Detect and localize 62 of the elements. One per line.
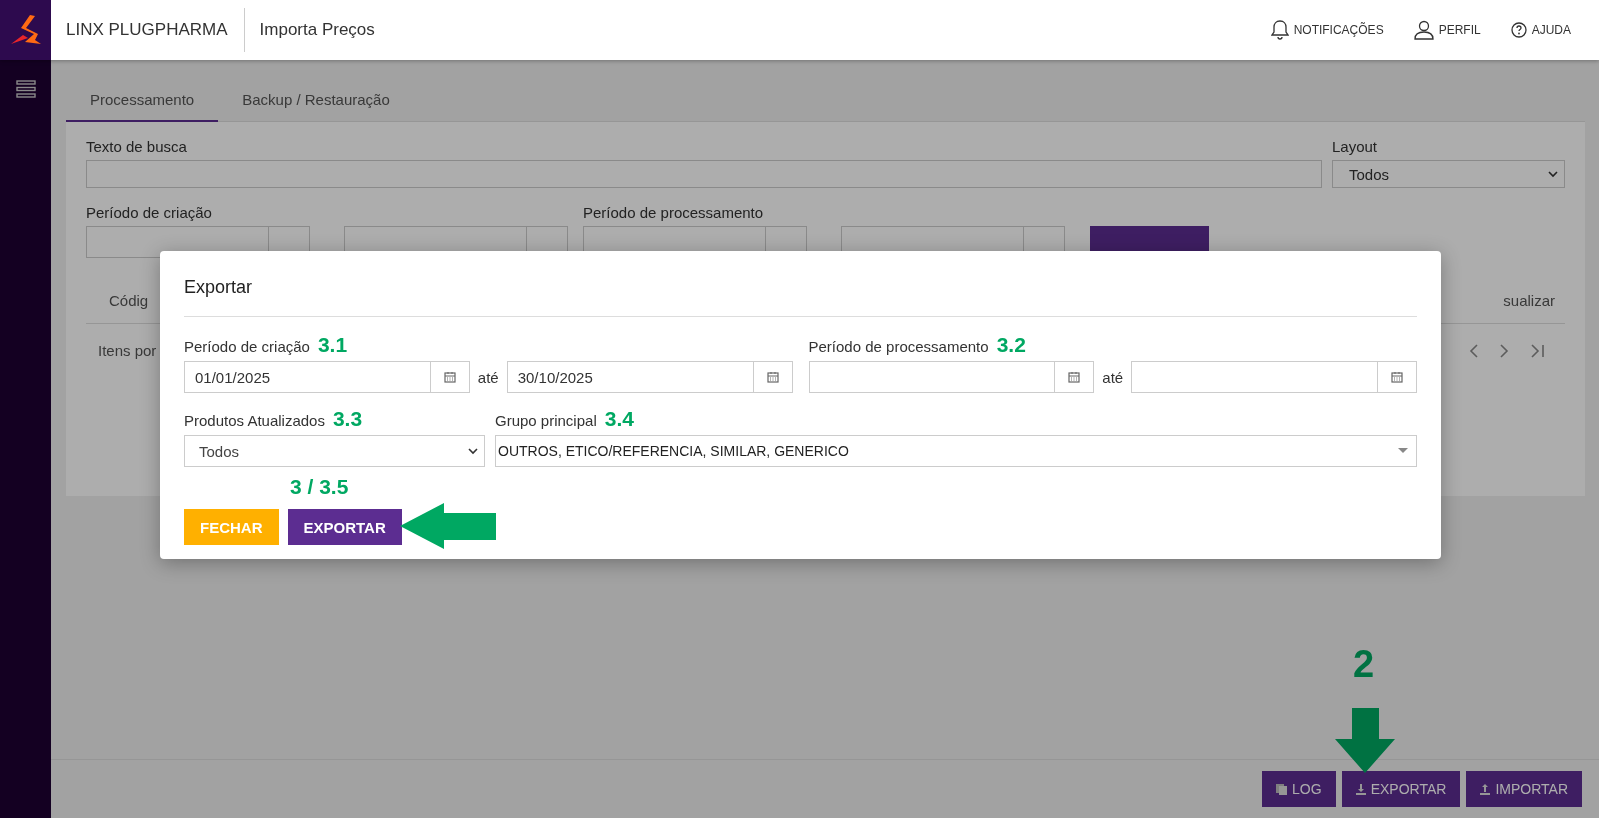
end-date-field[interactable] bbox=[1131, 361, 1377, 393]
user-icon bbox=[1413, 20, 1434, 40]
header-link[interactable]: NOTIFICAÇÕES bbox=[1270, 20, 1384, 40]
footer-button[interactable]: IMPORTAR bbox=[1466, 771, 1582, 807]
step-annotation: 3 / 3.5 bbox=[290, 475, 349, 499]
search-field[interactable] bbox=[86, 160, 1322, 188]
chevron-down-icon bbox=[468, 447, 478, 455]
start-date-field[interactable]: 01/01/2025 bbox=[184, 361, 430, 393]
download-icon bbox=[1355, 783, 1366, 795]
calendar-button[interactable] bbox=[752, 361, 793, 393]
field-label: Período de processamento bbox=[808, 338, 989, 355]
start-date-field[interactable] bbox=[808, 361, 1055, 393]
dialog-title: Exportar bbox=[184, 251, 1417, 317]
page-title: Importa Preços bbox=[259, 20, 375, 40]
range-separator: até bbox=[1102, 368, 1124, 386]
menu-icon[interactable] bbox=[15, 80, 36, 98]
header-link[interactable]: PERFIL bbox=[1413, 20, 1481, 40]
step-number: 3.1 bbox=[317, 333, 348, 357]
tab[interactable]: Backup / Restauração bbox=[218, 80, 414, 122]
calendar-icon bbox=[766, 371, 779, 383]
column-header: sualizar bbox=[1503, 292, 1555, 309]
last-page-icon[interactable] bbox=[1531, 343, 1545, 358]
upload-icon bbox=[1480, 783, 1491, 795]
help-icon bbox=[1510, 22, 1527, 38]
field-label: Período de criação bbox=[184, 338, 310, 355]
step-number: 3.2 bbox=[996, 333, 1026, 357]
left-arrow-icon bbox=[400, 503, 496, 549]
calendar-icon bbox=[1391, 371, 1403, 383]
brand-name: LINX PLUGPHARMA bbox=[66, 8, 245, 52]
export-button[interactable]: EXPORTAR bbox=[287, 509, 402, 545]
caret-icon bbox=[1398, 448, 1408, 454]
field-label: Produtos Atualizados bbox=[184, 412, 325, 429]
pager-label: Itens por bbox=[98, 342, 157, 359]
calendar-button[interactable] bbox=[1054, 361, 1095, 393]
header-link[interactable]: AJUDA bbox=[1510, 20, 1571, 40]
footer-button[interactable]: EXPORTAR bbox=[1341, 771, 1461, 807]
previous-icon[interactable] bbox=[1469, 343, 1478, 358]
next-icon[interactable] bbox=[1500, 343, 1509, 358]
column-header: Códig bbox=[109, 292, 149, 309]
calendar-icon bbox=[1068, 371, 1081, 383]
documents-icon bbox=[1276, 783, 1288, 795]
footer-button[interactable]: LOG bbox=[1262, 771, 1336, 807]
field-label: Layout bbox=[1332, 138, 1379, 155]
step-number: 3.4 bbox=[604, 407, 634, 431]
calendar-icon bbox=[443, 371, 456, 383]
calendar-button[interactable] bbox=[429, 361, 470, 393]
logo-icon bbox=[10, 13, 41, 47]
field-label: Período de criação bbox=[86, 204, 213, 221]
chevron-down-icon bbox=[1548, 170, 1558, 178]
field-label: Período de processamento bbox=[583, 204, 765, 221]
field-label: Grupo principal bbox=[495, 412, 597, 429]
field-label: Texto de busca bbox=[86, 138, 188, 155]
layout-select[interactable]: Todos bbox=[1332, 160, 1565, 188]
products-select[interactable]: Todos bbox=[184, 435, 485, 467]
step-number: 3.3 bbox=[332, 407, 363, 431]
step-annotation: 2 bbox=[1353, 643, 1375, 686]
bell-icon bbox=[1270, 20, 1289, 40]
range-separator: até bbox=[477, 368, 499, 386]
end-date-field[interactable]: 30/10/2025 bbox=[506, 361, 753, 393]
group-select[interactable]: OUTROS, ETICO/REFERENCIA, SIMILAR, GENERICO bbox=[495, 435, 1417, 467]
calendar-button[interactable] bbox=[1377, 361, 1417, 393]
down-arrow-icon bbox=[1335, 708, 1395, 773]
